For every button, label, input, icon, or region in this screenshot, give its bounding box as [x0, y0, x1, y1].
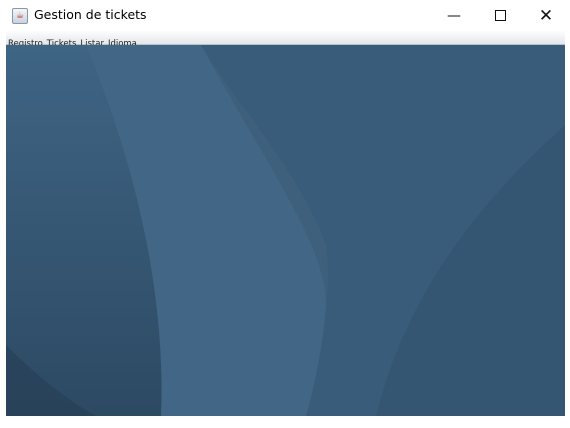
maximize-icon [494, 10, 506, 21]
window-title: Gestion de tickets [34, 7, 147, 22]
title-bar[interactable]: ☕ Gestion de tickets — ✕ [0, 0, 570, 31]
maximize-button[interactable] [477, 0, 523, 31]
java-icon: ☕ [12, 8, 28, 24]
close-button[interactable]: ✕ [523, 0, 569, 31]
minimize-icon: — [447, 7, 461, 24]
close-icon: ✕ [538, 5, 554, 26]
menu-bar: Registro Tickets Listar Idioma [6, 31, 565, 49]
desktop-background [6, 45, 565, 416]
minimize-button[interactable]: — [431, 0, 477, 31]
desktop-pane [6, 45, 565, 416]
